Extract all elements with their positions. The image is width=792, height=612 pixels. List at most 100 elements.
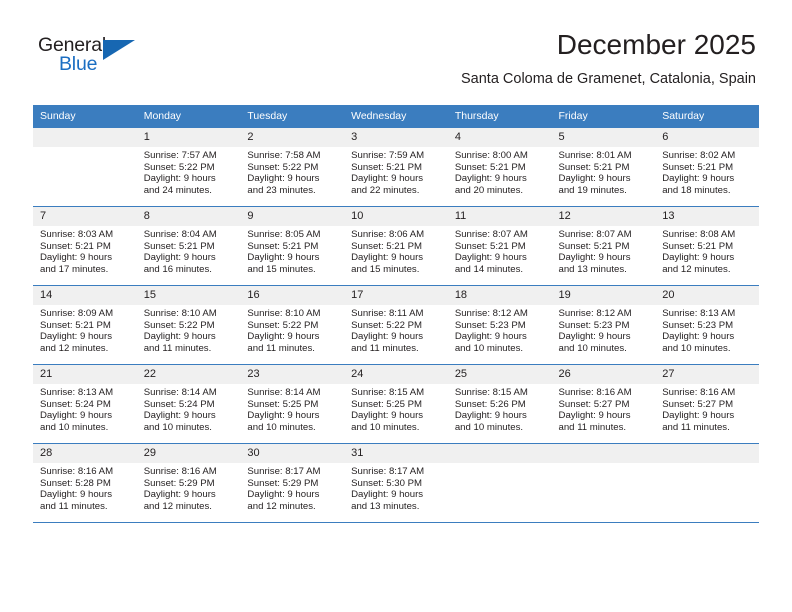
calendar-day-cell[interactable]: 25 Sunrise: 8:15 AM Sunset: 5:26 PM Dayligh… <box>447 364 552 444</box>
calendar-day-cell[interactable]: 10 Sunrise: 8:06 AM Sunset: 5:21 PM Dayligh… <box>344 206 448 286</box>
day-sun-info: Sunrise: 8:07 AM Sunset: 5:21 PM Daylight:… <box>448 226 552 275</box>
page-header: General Blue December 2025 Santa Coloma … <box>0 0 792 87</box>
calendar-day-cell[interactable]: 5 Sunrise: 8:01 AM Sunset: 5:21 PM Daylight… <box>551 128 656 207</box>
sunset-text: Sunset: 5:21 PM <box>247 240 319 252</box>
daylight-text-line1: Daylight: 9 hours <box>662 410 735 422</box>
calendar-day-cell[interactable]: 18 Sunrise: 8:12 AM Sunset: 5:23 PM Dayligh… <box>447 285 552 365</box>
sunset-text: Sunset: 5:21 PM <box>558 240 630 252</box>
day-sun-info: Sunrise: 8:06 AM Sunset: 5:21 PM Daylight:… <box>344 226 448 275</box>
sunrise-text: Sunrise: 8:13 AM <box>662 308 736 319</box>
calendar-day-cell[interactable]: 8 Sunrise: 8:04 AM Sunset: 5:21 PM Daylight… <box>136 206 241 286</box>
daylight-text-line2: and 23 minutes. <box>247 184 316 196</box>
title-block: December 2025 Santa Coloma de Gramenet, … <box>461 28 756 89</box>
calendar-table: Sunday Monday Tuesday Wednesday Thursday… <box>33 105 759 523</box>
day-number: 8 <box>136 207 241 226</box>
calendar-day-cell[interactable]: 20 Sunrise: 8:13 AM Sunset: 5:23 PM Dayligh… <box>655 285 759 365</box>
sunset-text: Sunset: 5:22 PM <box>143 319 215 331</box>
calendar-day-cell[interactable]: 28 Sunrise: 8:16 AM Sunset: 5:28 PM Dayligh… <box>33 443 137 523</box>
day-number: 31 <box>344 444 448 463</box>
calendar-day-cell[interactable]: 13 Sunrise: 8:08 AM Sunset: 5:21 PM Dayligh… <box>655 206 759 286</box>
daylight-text-line2: and 20 minutes. <box>454 184 524 196</box>
sunrise-text: Sunrise: 8:10 AM <box>247 308 321 319</box>
calendar-day-cell[interactable]: 16 Sunrise: 8:10 AM Sunset: 5:22 PM Dayligh… <box>240 285 345 365</box>
sunrise-text: Sunrise: 8:07 AM <box>558 229 632 240</box>
daylight-text-line1: Daylight: 9 hours <box>558 173 631 185</box>
calendar-day-cell[interactable]: 31 Sunrise: 8:17 AM Sunset: 5:30 PM Dayligh… <box>344 443 448 523</box>
sunrise-text: Sunrise: 8:13 AM <box>40 387 114 398</box>
logo-text-blue: Blue <box>59 53 98 75</box>
calendar-day-cell[interactable]: 11 Sunrise: 8:07 AM Sunset: 5:21 PM Dayligh… <box>447 206 552 286</box>
daylight-text-line1: Daylight: 9 hours <box>454 410 527 422</box>
sunrise-text: Sunrise: 8:17 AM <box>247 466 321 477</box>
calendar-cell-empty <box>33 128 137 207</box>
day-sun-info: Sunrise: 8:11 AM Sunset: 5:22 PM Daylight:… <box>344 305 448 354</box>
sunrise-text: Sunrise: 8:14 AM <box>247 387 321 398</box>
calendar-day-cell[interactable]: 26 Sunrise: 8:16 AM Sunset: 5:27 PM Dayligh… <box>551 364 656 444</box>
day-number: 13 <box>655 207 759 226</box>
day-sun-info: Sunrise: 8:16 AM Sunset: 5:27 PM Daylight:… <box>655 384 759 433</box>
calendar-day-cell[interactable]: 15 Sunrise: 8:10 AM Sunset: 5:22 PM Dayligh… <box>136 285 241 365</box>
day-sun-info: Sunrise: 8:01 AM Sunset: 5:21 PM Daylight:… <box>552 147 656 196</box>
calendar-day-cell[interactable]: 9 Sunrise: 8:05 AM Sunset: 5:21 PM Daylight… <box>240 206 345 286</box>
day-sun-info: Sunrise: 8:05 AM Sunset: 5:21 PM Daylight:… <box>240 226 344 275</box>
day-number: 12 <box>551 207 656 226</box>
calendar-day-cell[interactable]: 24 Sunrise: 8:15 AM Sunset: 5:25 PM Dayligh… <box>344 364 448 444</box>
daylight-text-line1: Daylight: 9 hours <box>558 410 631 422</box>
calendar-day-cell[interactable]: 2 Sunrise: 7:58 AM Sunset: 5:22 PM Daylight… <box>240 128 345 207</box>
calendar-day-cell[interactable]: 6 Sunrise: 8:02 AM Sunset: 5:21 PM Daylight… <box>655 128 759 207</box>
daylight-text-line1: Daylight: 9 hours <box>143 489 216 501</box>
sunset-text: Sunset: 5:22 PM <box>143 161 215 173</box>
day-sun-info: Sunrise: 8:07 AM Sunset: 5:21 PM Daylight:… <box>552 226 656 275</box>
calendar-day-cell[interactable]: 3 Sunrise: 7:59 AM Sunset: 5:21 PM Daylight… <box>344 128 448 207</box>
sunrise-text: Sunrise: 8:05 AM <box>247 229 321 240</box>
calendar-day-cell[interactable]: 14 Sunrise: 8:09 AM Sunset: 5:21 PM Dayligh… <box>33 285 137 365</box>
sunset-text: Sunset: 5:23 PM <box>558 319 630 331</box>
day-number: 7 <box>33 207 137 226</box>
daylight-text-line2: and 17 minutes. <box>40 263 109 275</box>
daylight-text-line2: and 10 minutes. <box>454 342 524 354</box>
daylight-text-line1: Daylight: 9 hours <box>662 252 735 264</box>
calendar-day-cell[interactable]: 12 Sunrise: 8:07 AM Sunset: 5:21 PM Dayligh… <box>551 206 656 286</box>
daylight-text-line2: and 11 minutes. <box>662 421 730 433</box>
daylight-text-line1: Daylight: 9 hours <box>558 331 631 343</box>
daylight-text-line2: and 10 minutes. <box>558 342 627 354</box>
day-sun-info: Sunrise: 7:58 AM Sunset: 5:22 PM Daylight:… <box>240 147 344 196</box>
sunrise-text: Sunrise: 8:00 AM <box>454 150 528 161</box>
calendar-day-cell[interactable]: 4 Sunrise: 8:00 AM Sunset: 5:21 PM Daylight… <box>447 128 552 207</box>
day-sun-info: Sunrise: 8:15 AM Sunset: 5:25 PM Daylight:… <box>344 384 448 433</box>
sunrise-text: Sunrise: 8:12 AM <box>454 308 528 319</box>
sunrise-text: Sunrise: 8:07 AM <box>454 229 528 240</box>
sunrise-text: Sunrise: 7:57 AM <box>143 150 217 161</box>
weekday-header-wednesday: Wednesday <box>344 105 448 128</box>
calendar-day-cell[interactable]: 27 Sunrise: 8:16 AM Sunset: 5:27 PM Dayligh… <box>655 364 759 444</box>
calendar-day-cell[interactable]: 19 Sunrise: 8:12 AM Sunset: 5:23 PM Dayligh… <box>551 285 656 365</box>
daylight-text-line2: and 13 minutes. <box>558 263 627 275</box>
calendar-day-cell[interactable]: 7 Sunrise: 8:03 AM Sunset: 5:21 PM Daylight… <box>33 206 137 286</box>
calendar-day-cell[interactable]: 29 Sunrise: 8:16 AM Sunset: 5:29 PM Dayligh… <box>136 443 241 523</box>
sunrise-text: Sunrise: 8:08 AM <box>662 229 736 240</box>
daylight-text-line2: and 10 minutes. <box>351 421 420 433</box>
flag-icon <box>103 40 135 60</box>
calendar-day-cell[interactable]: 17 Sunrise: 8:11 AM Sunset: 5:22 PM Dayligh… <box>344 285 448 365</box>
daylight-text-line1: Daylight: 9 hours <box>143 410 216 422</box>
calendar-week-row: 7 Sunrise: 8:03 AM Sunset: 5:21 PM Daylight… <box>33 206 759 286</box>
sunset-text: Sunset: 5:29 PM <box>247 477 319 489</box>
daylight-text-line2: and 11 minutes. <box>247 342 315 354</box>
weekday-header-friday: Friday <box>551 105 656 128</box>
daylight-text-line2: and 11 minutes. <box>351 342 419 354</box>
day-sun-info: Sunrise: 7:57 AM Sunset: 5:22 PM Daylight:… <box>137 147 241 196</box>
day-sun-info: Sunrise: 8:10 AM Sunset: 5:22 PM Daylight:… <box>137 305 241 354</box>
calendar-day-cell[interactable]: 21 Sunrise: 8:13 AM Sunset: 5:24 PM Dayligh… <box>33 364 137 444</box>
weekday-header-row: Sunday Monday Tuesday Wednesday Thursday… <box>33 105 759 128</box>
sunset-text: Sunset: 5:21 PM <box>351 240 423 252</box>
day-number: 9 <box>240 207 345 226</box>
sunset-text: Sunset: 5:24 PM <box>143 398 215 410</box>
calendar-day-cell[interactable]: 22 Sunrise: 8:14 AM Sunset: 5:24 PM Dayligh… <box>136 364 241 444</box>
calendar-day-cell[interactable]: 23 Sunrise: 8:14 AM Sunset: 5:25 PM Dayligh… <box>240 364 345 444</box>
sunrise-text: Sunrise: 8:15 AM <box>351 387 425 398</box>
calendar-day-cell[interactable]: 30 Sunrise: 8:17 AM Sunset: 5:29 PM Dayligh… <box>240 443 345 523</box>
sunrise-text: Sunrise: 8:16 AM <box>662 387 736 398</box>
day-number: 30 <box>240 444 345 463</box>
general-blue-logo[interactable]: General Blue <box>38 34 158 82</box>
calendar-day-cell[interactable]: 1 Sunrise: 7:57 AM Sunset: 5:22 PM Daylight… <box>136 128 241 207</box>
